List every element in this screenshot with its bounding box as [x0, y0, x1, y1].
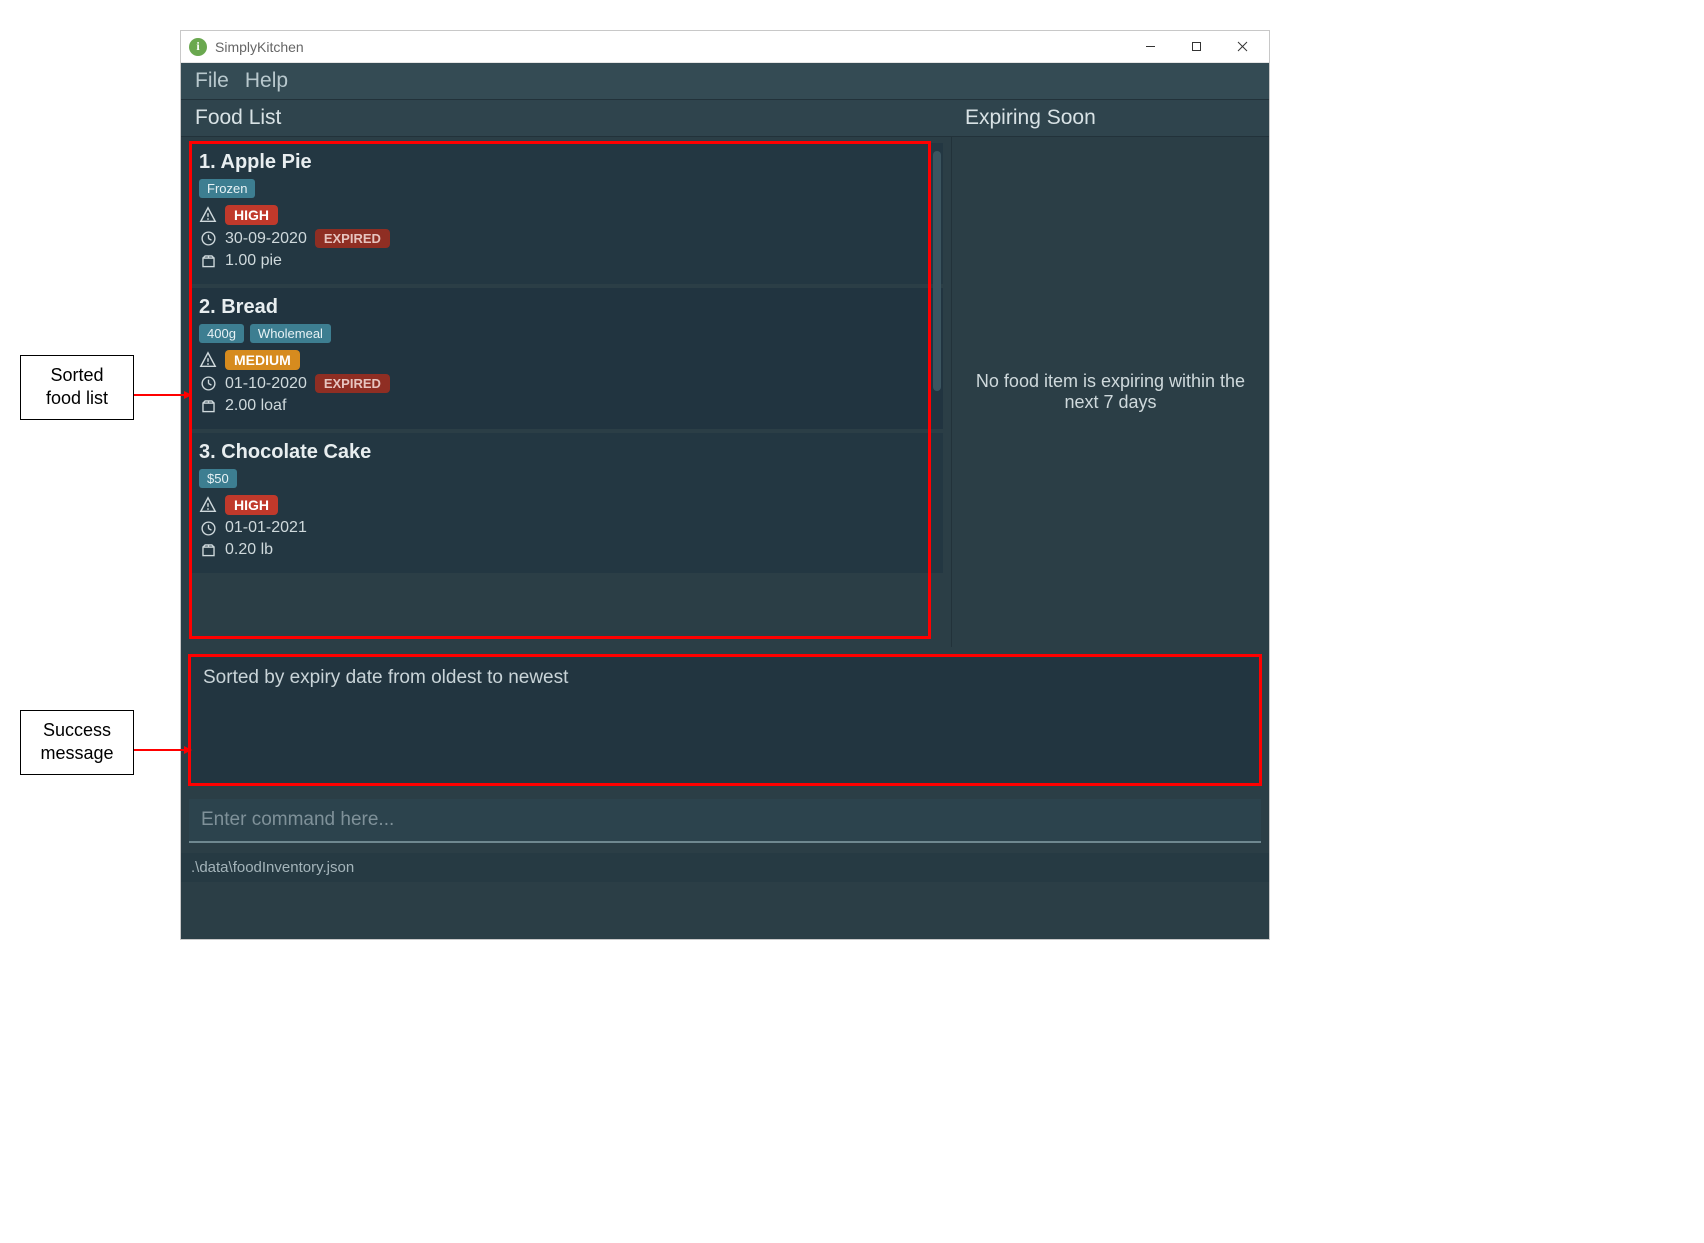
callout-sorted-food-list: Sorted food list: [20, 355, 134, 420]
food-card[interactable]: 2. Bread 400g Wholemeal MEDIUM 01-10-2020 EX…: [189, 288, 943, 429]
quantity-value: 2.00 loaf: [225, 397, 286, 415]
package-icon: [199, 397, 217, 415]
clock-icon: [199, 375, 217, 393]
expiring-soon-pane: No food item is expiring within the next…: [951, 137, 1269, 647]
food-tags: Frozen: [199, 179, 933, 198]
result-panel: Sorted by expiry date from oldest to new…: [189, 655, 1261, 785]
quantity-row: 0.20 lb: [199, 541, 933, 559]
callout-text: Sorted food list: [46, 365, 108, 408]
close-button[interactable]: [1219, 32, 1265, 62]
minimize-button[interactable]: [1127, 32, 1173, 62]
food-tag: Frozen: [199, 179, 255, 198]
clock-icon: [199, 519, 217, 537]
statusbar: .\data\foodInventory.json: [181, 853, 1269, 882]
expiry-date: 30-09-2020: [225, 230, 307, 248]
app-icon: i: [189, 38, 207, 56]
package-icon: [199, 541, 217, 559]
food-title: 2. Bread: [199, 296, 933, 319]
food-card[interactable]: 1. Apple Pie Frozen HIGH 30-09-2020 EXPIRED…: [189, 143, 943, 284]
food-tag: 400g: [199, 324, 244, 343]
titlebar[interactable]: i SimplyKitchen: [181, 31, 1269, 63]
panel-headers: Food List Expiring Soon: [181, 100, 1269, 137]
food-title: 1. Apple Pie: [199, 151, 933, 174]
quantity-row: 2.00 loaf: [199, 397, 933, 415]
menu-file[interactable]: File: [195, 69, 229, 93]
priority-badge: MEDIUM: [225, 350, 300, 370]
food-title: 3. Chocolate Cake: [199, 441, 933, 464]
quantity-row: 1.00 pie: [199, 252, 933, 270]
status-path: .\data\foodInventory.json: [191, 859, 354, 876]
callout-success-message: Success message: [20, 710, 134, 775]
food-tags: $50: [199, 469, 933, 488]
priority-badge: HIGH: [225, 495, 278, 515]
expired-badge: EXPIRED: [315, 374, 390, 393]
priority-row: MEDIUM: [199, 350, 933, 370]
command-input[interactable]: [189, 799, 1261, 843]
quantity-value: 0.20 lb: [225, 541, 273, 559]
header-expiring-soon: Expiring Soon: [951, 100, 1269, 136]
quantity-value: 1.00 pie: [225, 252, 282, 270]
expiry-row: 01-01-2021: [199, 519, 933, 537]
callout-text: Success message: [40, 720, 113, 763]
maximize-button[interactable]: [1173, 32, 1219, 62]
food-list-pane: 1. Apple Pie Frozen HIGH 30-09-2020 EXPIRED…: [181, 137, 951, 647]
priority-badge: HIGH: [225, 205, 278, 225]
food-tags: 400g Wholemeal: [199, 324, 933, 343]
warning-icon: [199, 206, 217, 224]
expiry-date: 01-01-2021: [225, 519, 307, 537]
warning-icon: [199, 351, 217, 369]
food-list[interactable]: 1. Apple Pie Frozen HIGH 30-09-2020 EXPIRED…: [189, 143, 943, 641]
command-area: [189, 799, 1261, 843]
result-message: Sorted by expiry date from oldest to new…: [203, 667, 1247, 689]
clock-icon: [199, 230, 217, 248]
priority-row: HIGH: [199, 495, 933, 515]
warning-icon: [199, 496, 217, 514]
food-tag: Wholemeal: [250, 324, 331, 343]
food-tag: $50: [199, 469, 237, 488]
expiry-row: 30-09-2020 EXPIRED: [199, 229, 933, 248]
expiry-date: 01-10-2020: [225, 375, 307, 393]
expiry-row: 01-10-2020 EXPIRED: [199, 374, 933, 393]
expired-badge: EXPIRED: [315, 229, 390, 248]
menubar: File Help: [181, 63, 1269, 100]
food-card[interactable]: 3. Chocolate Cake $50 HIGH 01-01-2021 0.20 l…: [189, 433, 943, 573]
priority-row: HIGH: [199, 205, 933, 225]
expiring-empty-text: No food item is expiring within the next…: [970, 371, 1251, 413]
app-window: i SimplyKitchen File Help Food List Expi…: [180, 30, 1270, 940]
window-title: SimplyKitchen: [215, 39, 1127, 55]
package-icon: [199, 252, 217, 270]
scrollbar-thumb[interactable]: [933, 151, 941, 391]
menu-help[interactable]: Help: [245, 69, 288, 93]
header-food-list: Food List: [181, 100, 951, 136]
